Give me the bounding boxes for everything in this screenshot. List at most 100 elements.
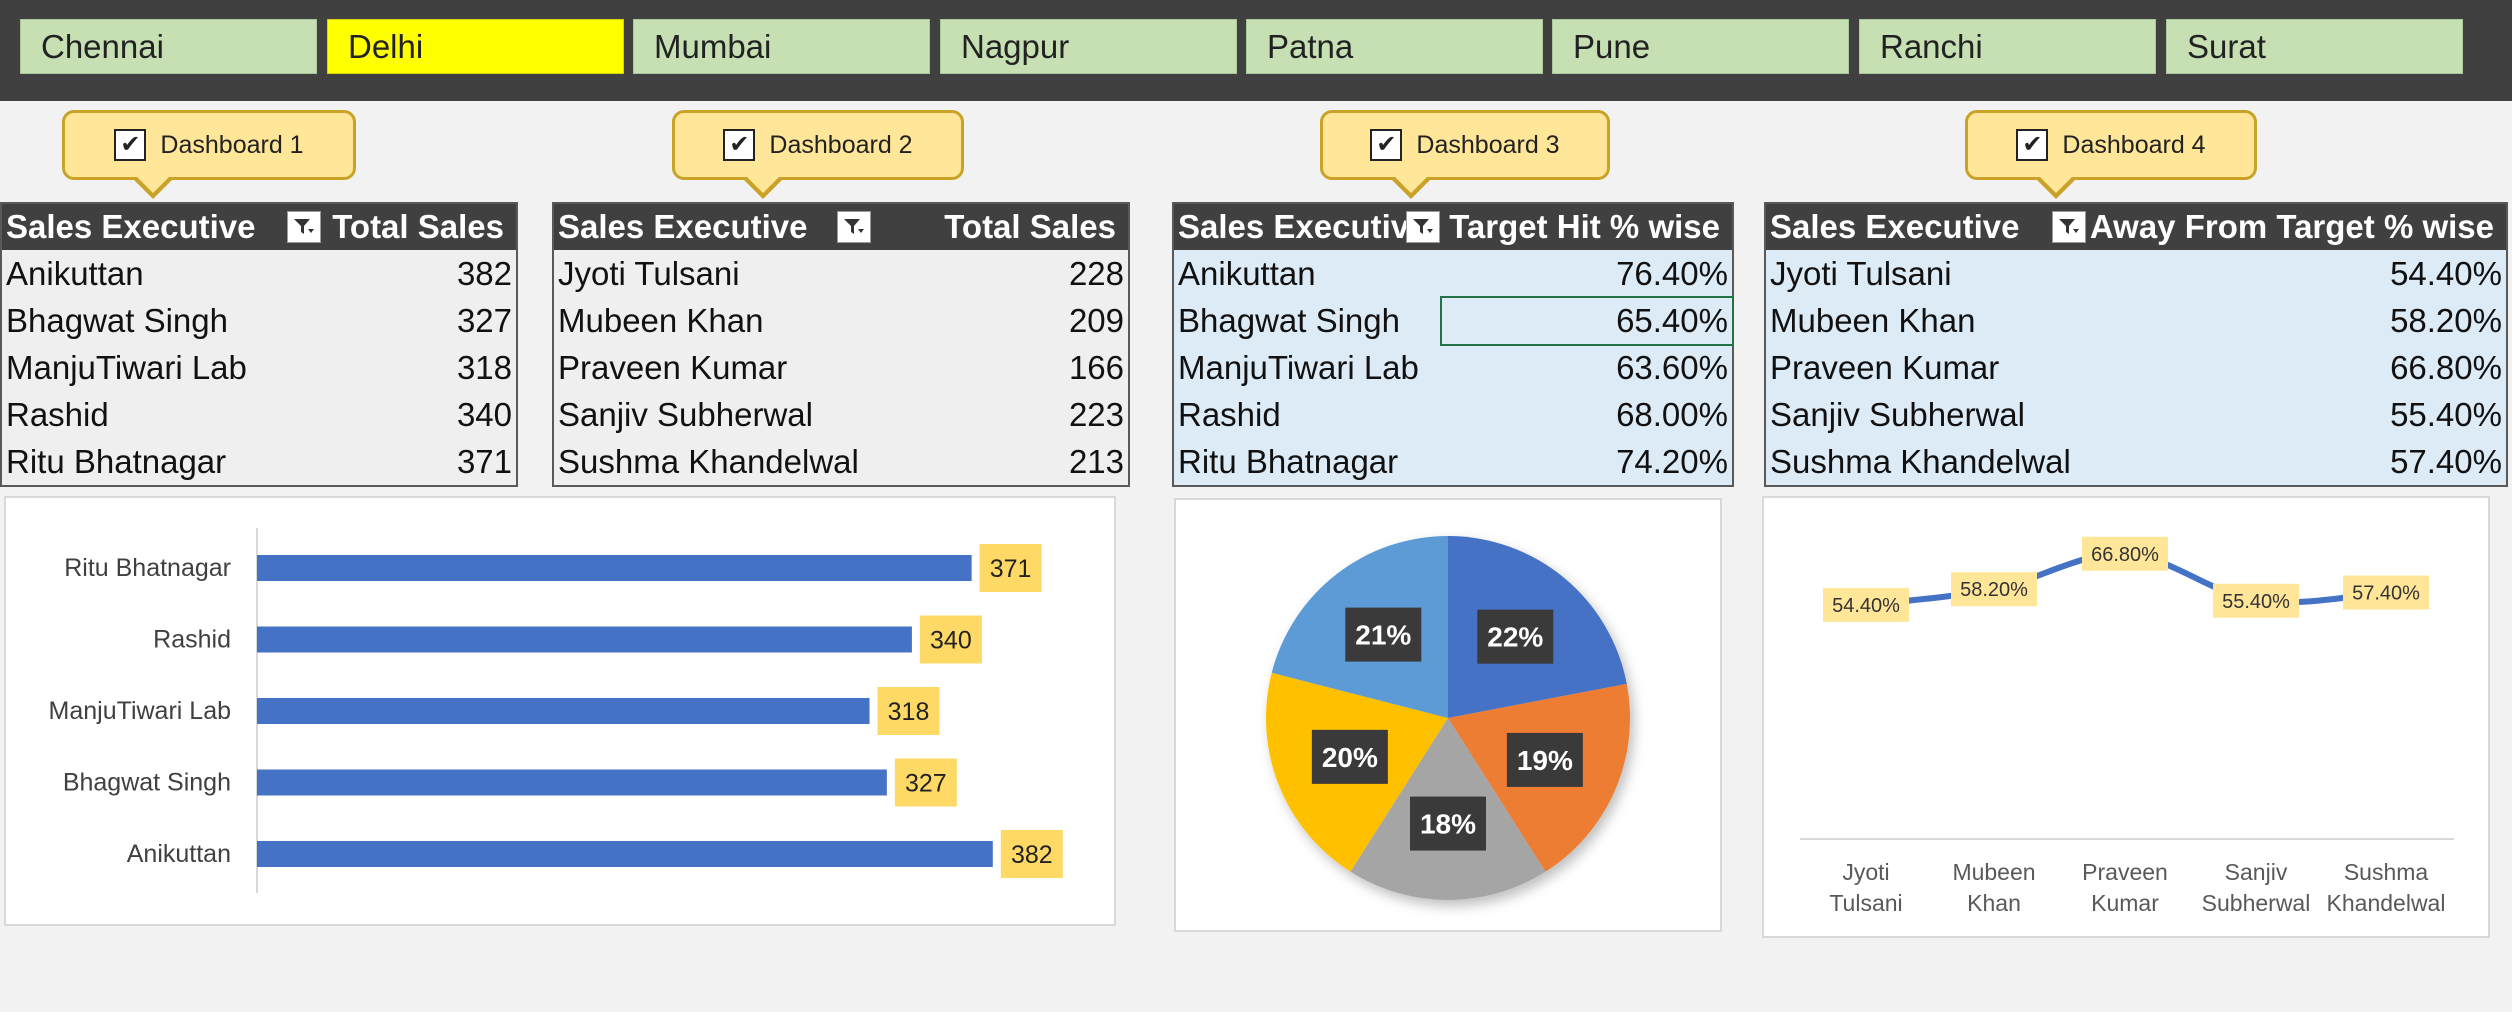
- slicer-item-ranchi[interactable]: Ranchi: [1859, 19, 2156, 74]
- data-label: 371: [990, 555, 1032, 583]
- table-row[interactable]: Praveen Kumar 166: [554, 344, 1128, 391]
- category-label: Khandelwal: [2327, 890, 2446, 916]
- slicer-item-patna[interactable]: Patna: [1246, 19, 1543, 74]
- table-row[interactable]: ManjuTiwari Lab 318: [2, 344, 516, 391]
- dashboard-1-table: Sales Executive Total Sales Anikuttan 382 Bh…: [0, 202, 518, 487]
- table-row[interactable]: Sanjiv Subherwal 223: [554, 391, 1128, 438]
- checkbox-icon[interactable]: ✔: [114, 129, 147, 161]
- filter-icon[interactable]: [1406, 211, 1440, 243]
- filter-icon[interactable]: [2052, 211, 2086, 243]
- data-label: 340: [930, 627, 972, 655]
- table-row[interactable]: Sushma Khandelwal 57.40%: [1766, 438, 2506, 485]
- category-label: Khan: [1967, 890, 2021, 916]
- bar: [257, 769, 887, 796]
- executive-name: Rashid: [6, 395, 109, 433]
- data-label: 55.40%: [2222, 591, 2290, 613]
- row-value: 58.20%: [2390, 301, 2502, 339]
- column-header-value: Away From Target % wise: [2089, 208, 2494, 245]
- checkbox-icon[interactable]: ✔: [2016, 129, 2049, 161]
- checkbox-icon[interactable]: ✔: [723, 129, 756, 161]
- callout-pointer: [1389, 174, 1433, 199]
- category-label: Jyoti: [1842, 859, 1889, 885]
- executive-name: ManjuTiwari Lab: [6, 348, 247, 386]
- table-header: Sales Executive Total Sales: [554, 204, 1128, 250]
- executive-name: Mubeen Khan: [1770, 301, 1976, 339]
- active-cell-selection: [1440, 296, 1734, 346]
- slicer-item-mumbai[interactable]: Mumbai: [633, 19, 930, 74]
- dashboard-label: Dashboard 4: [2062, 130, 2206, 159]
- table-row[interactable]: Anikuttan 76.40%: [1174, 250, 1732, 297]
- row-value: 63.60%: [1616, 348, 1728, 386]
- row-value: 57.40%: [2390, 442, 2502, 480]
- callout-pointer: [131, 174, 175, 199]
- row-value: 318: [456, 348, 512, 386]
- data-label: 18%: [1420, 809, 1476, 840]
- table-row[interactable]: Praveen Kumar 66.80%: [1766, 344, 2506, 391]
- column-header-value: Total Sales: [332, 208, 504, 245]
- row-value: 166: [1068, 348, 1124, 386]
- table-row[interactable]: Mubeen Khan 209: [554, 297, 1128, 344]
- dashboard-label: Dashboard 3: [1416, 130, 1560, 159]
- column-header-executive: Sales Executive: [558, 208, 808, 245]
- pie-chart: 22% 19% 18% 20% 21%: [1266, 536, 1630, 900]
- table-header: Sales Executive Total Sales: [2, 204, 516, 250]
- bar-chart: Ritu Bhatnagar 371 Rashid 340 ManjuTiwari La…: [49, 528, 1063, 893]
- column-header-value: Target Hit % wise: [1449, 208, 1720, 245]
- slicer-item-nagpur[interactable]: Nagpur: [940, 19, 1237, 74]
- dashboard-2-callout: ✔ Dashboard 2: [672, 110, 964, 199]
- table-row[interactable]: Ritu Bhatnagar 74.20%: [1174, 438, 1732, 485]
- table-header: Sales Executive Away From Target % wise: [1766, 204, 2506, 250]
- table-row[interactable]: Anikuttan 382: [2, 250, 516, 297]
- table-row[interactable]: Rashid 340: [2, 391, 516, 438]
- table-row[interactable]: Mubeen Khan 58.20%: [1766, 297, 2506, 344]
- dashboard-4-callout: ✔ Dashboard 4: [1965, 110, 2257, 199]
- slicer-item-delhi[interactable]: Delhi: [327, 19, 624, 74]
- table-row[interactable]: Ritu Bhatnagar 371: [2, 438, 516, 485]
- row-value: 68.00%: [1616, 395, 1728, 433]
- bar: [257, 626, 912, 653]
- dashboard-2-table: Sales Executive Total Sales Jyoti Tulsani 2…: [552, 202, 1130, 487]
- row-value: 66.80%: [2390, 348, 2502, 386]
- executive-name: Sushma Khandelwal: [558, 442, 859, 480]
- category-label: Rashid: [153, 626, 231, 654]
- filter-icon[interactable]: [837, 211, 871, 243]
- data-label: 21%: [1355, 620, 1411, 651]
- column-header-executive: Sales Executive: [1178, 208, 1428, 245]
- table-row[interactable]: Sushma Khandelwal 213: [554, 438, 1128, 485]
- data-label: 327: [905, 770, 947, 798]
- table-row[interactable]: Rashid 68.00%: [1174, 391, 1732, 438]
- executive-name: Bhagwat Singh: [6, 301, 228, 339]
- row-value: 371: [456, 442, 512, 480]
- row-value: 213: [1068, 442, 1124, 480]
- table-row[interactable]: Bhagwat Singh 327: [2, 297, 516, 344]
- callout-pointer: [2034, 174, 2078, 199]
- data-label: 54.40%: [1832, 595, 1900, 617]
- slicer-item-chennai[interactable]: Chennai: [20, 19, 317, 74]
- category-label: Mubeen: [1952, 859, 2035, 885]
- row-value: 340: [456, 395, 512, 433]
- dashboard-label: Dashboard 2: [769, 130, 913, 159]
- dashboard-3-callout: ✔ Dashboard 3: [1320, 110, 1610, 199]
- callout-pointer: [741, 174, 785, 199]
- table-row[interactable]: ManjuTiwari Lab 63.60%: [1174, 344, 1732, 391]
- category-label: ManjuTiwari Lab: [49, 697, 231, 725]
- bar: [257, 555, 972, 581]
- row-value: 74.20%: [1616, 442, 1728, 480]
- checkbox-icon[interactable]: ✔: [1370, 129, 1403, 161]
- executive-name: Anikuttan: [6, 254, 144, 292]
- category-label: Tulsani: [1829, 890, 1902, 916]
- table-row[interactable]: Jyoti Tulsani 54.40%: [1766, 250, 2506, 297]
- table-row[interactable]: Sanjiv Subherwal 55.40%: [1766, 391, 2506, 438]
- dashboard-label: Dashboard 1: [160, 130, 304, 159]
- data-label: 57.40%: [2352, 583, 2420, 605]
- executive-name: Sushma Khandelwal: [1770, 442, 2071, 480]
- slicer-item-surat[interactable]: Surat: [2166, 19, 2463, 74]
- bar: [257, 841, 993, 867]
- executive-name: Rashid: [1178, 395, 1281, 433]
- slicer-item-pune[interactable]: Pune: [1552, 19, 1849, 74]
- category-label: Praveen: [2082, 859, 2168, 885]
- dashboard-1-callout: ✔ Dashboard 1: [62, 110, 356, 199]
- filter-icon[interactable]: [287, 211, 321, 243]
- table-row[interactable]: Jyoti Tulsani 228: [554, 250, 1128, 297]
- executive-name: Praveen Kumar: [1770, 348, 2000, 386]
